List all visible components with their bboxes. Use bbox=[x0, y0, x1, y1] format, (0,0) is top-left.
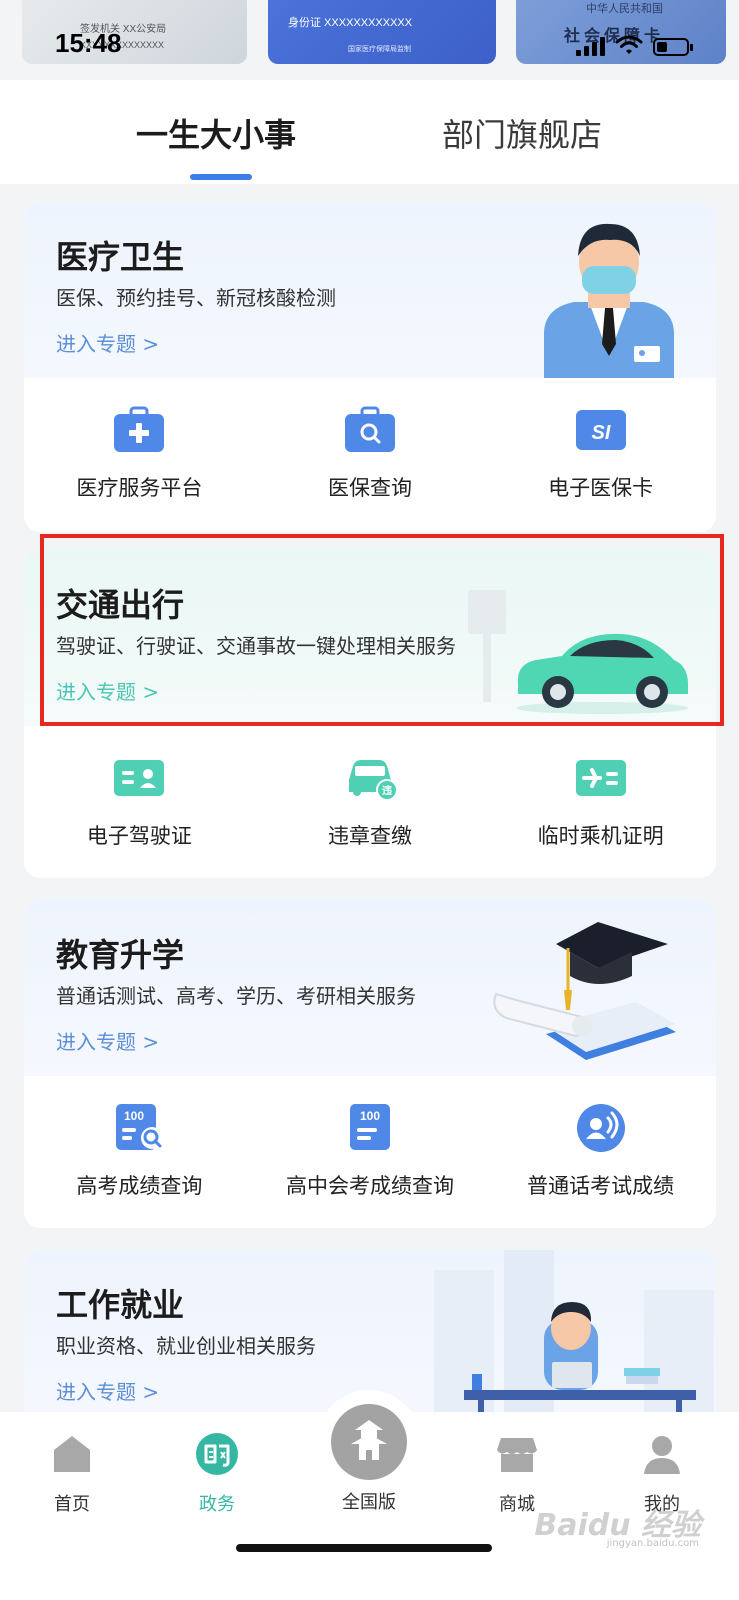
service-label: 高中会考成绩查询 bbox=[286, 1174, 454, 1198]
service-medical-insurance-query[interactable]: 医保查询 bbox=[255, 378, 486, 532]
flight-certificate-icon bbox=[575, 760, 626, 796]
section-title: 教育升学 bbox=[56, 936, 185, 974]
enter-topic-link[interactable]: 进入专题 > bbox=[56, 328, 159, 357]
section-title: 医疗卫生 bbox=[56, 238, 185, 276]
tab-indicator bbox=[190, 174, 252, 180]
status-icons bbox=[576, 34, 693, 56]
section-subtitle: 医保、预约挂号、新冠核酸检测 bbox=[56, 286, 336, 310]
tab-department-store[interactable]: 部门旗舰店 bbox=[442, 110, 602, 156]
score-doc-icon: 100 bbox=[350, 1104, 390, 1150]
si-card-icon: SI bbox=[575, 410, 626, 450]
card-text: 中华人民共和国 bbox=[586, 3, 663, 15]
medical-banner[interactable]: 医疗卫生 医保、预约挂号、新冠核酸检测 进入专题 > bbox=[24, 202, 716, 378]
education-banner[interactable]: 教育升学 普通话测试、高考、学历、考研相关服务 进入专题 > bbox=[24, 900, 716, 1076]
svg-text:SI: SI bbox=[591, 422, 610, 444]
service-gaokao-score-query[interactable]: 100 高考成绩查询 bbox=[24, 1076, 255, 1228]
card-text: 国家医疗保障局监制 bbox=[348, 46, 411, 53]
service-label: 电子驾驶证 bbox=[86, 824, 192, 848]
nav-label: 政务 bbox=[199, 1494, 235, 1515]
status-time: 15:48 bbox=[55, 28, 122, 58]
section-education: 教育升学 普通话测试、高考、学历、考研相关服务 进入专题 > 100 高考成绩查… bbox=[24, 900, 716, 1228]
enter-topic-link[interactable]: 进入专题 > bbox=[56, 676, 159, 705]
pagoda-icon bbox=[331, 1404, 407, 1480]
nav-government[interactable]: 政务 bbox=[167, 1432, 267, 1516]
nav-home[interactable]: 首页 bbox=[22, 1432, 122, 1516]
medical-services-grid: 医疗服务平台 医保查询 SI 电子医保卡 bbox=[24, 378, 716, 532]
service-label: 普通话考试成绩 bbox=[527, 1174, 675, 1198]
baidu-watermark-url: jingyan.baidu.com bbox=[606, 1538, 699, 1549]
enter-topic-link[interactable]: 进入专题 > bbox=[56, 1026, 159, 1055]
card-text: 身份证 XXXXXXXXXXXX bbox=[288, 17, 413, 29]
nav-label: 首页 bbox=[54, 1494, 90, 1515]
medical-insurance-card-thumbnail[interactable]: 身份证 XXXXXXXXXXXX 国家医疗保障局监制 bbox=[268, 0, 496, 64]
signal-icon bbox=[576, 36, 605, 56]
service-label: 医保查询 bbox=[328, 476, 412, 500]
service-label: 高考成绩查询 bbox=[76, 1174, 203, 1198]
traffic-banner[interactable]: 交通出行 驾驶证、行驶证、交通事故一键处理相关服务 进入专题 > bbox=[24, 550, 716, 726]
service-label: 电子医保卡 bbox=[548, 476, 654, 500]
enter-topic-link[interactable]: 进入专题 > bbox=[56, 1376, 159, 1405]
user-icon bbox=[644, 1436, 680, 1474]
violation-car-icon: 违 bbox=[349, 760, 397, 801]
nav-national-version[interactable]: 全国版 bbox=[317, 1478, 421, 1514]
service-label: 医疗服务平台 bbox=[76, 476, 203, 500]
service-putonghua-score[interactable]: 普通话考试成绩 bbox=[485, 1076, 716, 1228]
wifi-icon bbox=[615, 35, 643, 54]
section-subtitle: 普通话测试、高考、学历、考研相关服务 bbox=[56, 984, 416, 1008]
section-title: 工作就业 bbox=[56, 1286, 185, 1324]
graduation-cap-illustration bbox=[493, 922, 676, 1060]
section-medical: 医疗卫生 医保、预约挂号、新冠核酸检测 进入专题 > 医疗服务平台 医保查询 S… bbox=[24, 202, 716, 532]
service-violation-payment[interactable]: 违 违章查缴 bbox=[255, 726, 486, 878]
home-icon bbox=[54, 1436, 90, 1472]
service-temporary-flight-certificate[interactable]: 临时乘机证明 bbox=[485, 726, 716, 878]
search-bag-icon bbox=[345, 406, 395, 452]
category-tabs: 一生大小事 部门旗舰店 bbox=[0, 80, 739, 184]
service-e-driver-license[interactable]: 电子驾驶证 bbox=[24, 726, 255, 878]
education-services-grid: 100 高考成绩查询 100 高中会考成绩查询 普通话考试成绩 bbox=[24, 1076, 716, 1228]
car-illustration bbox=[516, 633, 688, 714]
medical-kit-icon bbox=[114, 406, 165, 452]
section-title: 交通出行 bbox=[56, 586, 185, 624]
service-medical-platform[interactable]: 医疗服务平台 bbox=[24, 378, 255, 532]
tab-life-events[interactable]: 一生大小事 bbox=[136, 110, 296, 156]
service-highschool-exam-score-query[interactable]: 100 高中会考成绩查询 bbox=[255, 1076, 486, 1228]
service-label: 临时乘机证明 bbox=[537, 824, 664, 848]
service-e-insurance-card[interactable]: SI 电子医保卡 bbox=[485, 378, 716, 532]
home-indicator bbox=[236, 1544, 492, 1552]
section-traffic: 交通出行 驾驶证、行驶证、交通事故一键处理相关服务 进入专题 > 电子驾驶证 违… bbox=[24, 550, 716, 878]
nav-label: 全国版 bbox=[342, 1492, 396, 1513]
traffic-services-grid: 电子驾驶证 违 违章查缴 临时乘机证明 bbox=[24, 726, 716, 878]
road-sign-illustration bbox=[468, 590, 506, 702]
battery-icon bbox=[653, 38, 693, 56]
violation-badge: 违 bbox=[382, 784, 392, 797]
speech-icon bbox=[576, 1104, 625, 1152]
score-search-icon: 100 bbox=[116, 1104, 164, 1150]
store-icon bbox=[497, 1438, 537, 1472]
section-subtitle: 职业资格、就业创业相关服务 bbox=[56, 1334, 316, 1358]
gov-icon bbox=[196, 1433, 238, 1475]
score-badge: 100 bbox=[360, 1109, 380, 1123]
section-subtitle: 驾驶证、行驶证、交通事故一键处理相关服务 bbox=[56, 634, 456, 658]
score-badge: 100 bbox=[124, 1109, 144, 1123]
office-worker-illustration bbox=[434, 1250, 714, 1430]
service-label: 违章查缴 bbox=[328, 824, 412, 848]
doctor-illustration bbox=[544, 223, 674, 378]
license-card-icon bbox=[114, 760, 165, 796]
